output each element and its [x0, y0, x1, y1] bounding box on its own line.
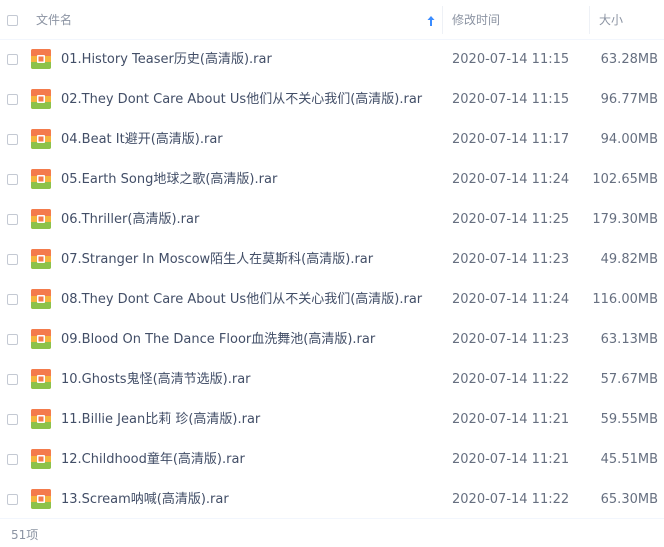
file-size: 94.00MB	[600, 132, 658, 147]
file-row[interactable]: 01.History Teaser历史(高清版).rar 2020-07-14 …	[0, 40, 664, 80]
rar-archive-icon	[31, 249, 51, 269]
file-row[interactable]: 05.Earth Song地球之歌(高清版).rar 2020-07-14 11…	[0, 160, 664, 200]
row-checkbox[interactable]	[7, 374, 18, 385]
file-size: 96.77MB	[600, 92, 658, 107]
column-header-modified-time[interactable]: 修改时间	[452, 12, 500, 28]
file-row[interactable]: 02.They Dont Care About Us他们从不关心我们(高清版).…	[0, 80, 664, 120]
rar-archive-icon	[31, 49, 51, 69]
rar-archive-icon	[31, 409, 51, 429]
file-modified-time: 2020-07-14 11:24	[452, 292, 570, 307]
file-name[interactable]: 01.History Teaser历史(高清版).rar	[61, 51, 272, 69]
file-size: 59.55MB	[600, 412, 658, 427]
file-row[interactable]: 07.Stranger In Moscow陌生人在莫斯科(高清版).rar 20…	[0, 240, 664, 280]
rar-archive-icon	[31, 129, 51, 149]
file-name[interactable]: 05.Earth Song地球之歌(高清版).rar	[61, 171, 277, 189]
list-footer: 51项	[0, 518, 664, 547]
file-size: 63.28MB	[600, 52, 658, 67]
rar-archive-icon	[31, 169, 51, 189]
row-checkbox[interactable]	[7, 494, 18, 505]
file-name[interactable]: 04.Beat It避开(高清版).rar	[61, 131, 223, 149]
file-row[interactable]: 09.Blood On The Dance Floor血洗舞池(高清版).rar…	[0, 320, 664, 360]
file-name[interactable]: 10.Ghosts鬼怪(高清节选版).rar	[61, 371, 251, 389]
column-divider[interactable]	[442, 6, 443, 34]
file-size: 116.00MB	[592, 292, 658, 307]
file-name[interactable]: 02.They Dont Care About Us他们从不关心我们(高清版).…	[61, 91, 422, 109]
row-checkbox[interactable]	[7, 94, 18, 105]
file-modified-time: 2020-07-14 11:24	[452, 172, 570, 187]
row-checkbox[interactable]	[7, 254, 18, 265]
rar-archive-icon	[31, 329, 51, 349]
file-modified-time: 2020-07-14 11:17	[452, 132, 570, 147]
row-checkbox[interactable]	[7, 54, 18, 65]
file-modified-time: 2020-07-14 11:22	[452, 492, 570, 507]
file-name[interactable]: 13.Scream呐喊(高清版).rar	[61, 491, 229, 509]
file-modified-time: 2020-07-14 11:15	[452, 52, 570, 67]
row-checkbox[interactable]	[7, 334, 18, 345]
file-row[interactable]: 08.They Dont Care About Us他们从不关心我们(高清版).…	[0, 280, 664, 320]
row-checkbox[interactable]	[7, 294, 18, 305]
file-list: 文件名 修改时间 大小 01.History Teaser历史(高清版).rar…	[0, 0, 664, 547]
file-rows: 01.History Teaser历史(高清版).rar 2020-07-14 …	[0, 40, 664, 520]
file-modified-time: 2020-07-14 11:21	[452, 452, 570, 467]
file-row[interactable]: 06.Thriller(高清版).rar 2020-07-14 11:25 17…	[0, 200, 664, 240]
column-header-size[interactable]: 大小	[599, 12, 623, 28]
file-size: 63.13MB	[600, 332, 658, 347]
file-name[interactable]: 08.They Dont Care About Us他们从不关心我们(高清版).…	[61, 291, 422, 309]
file-modified-time: 2020-07-14 11:25	[452, 212, 570, 227]
rar-archive-icon	[31, 209, 51, 229]
file-modified-time: 2020-07-14 11:15	[452, 92, 570, 107]
file-size: 45.51MB	[600, 452, 658, 467]
select-all-checkbox[interactable]	[7, 15, 18, 26]
file-name[interactable]: 12.Childhood童年(高清版).rar	[61, 451, 245, 469]
file-name[interactable]: 07.Stranger In Moscow陌生人在莫斯科(高清版).rar	[61, 251, 373, 269]
file-modified-time: 2020-07-14 11:21	[452, 412, 570, 427]
column-divider[interactable]	[589, 6, 590, 34]
rar-archive-icon	[31, 89, 51, 109]
item-count: 51项	[11, 528, 39, 542]
file-row[interactable]: 04.Beat It避开(高清版).rar 2020-07-14 11:17 9…	[0, 120, 664, 160]
sort-ascending-arrow-icon[interactable]	[426, 15, 436, 27]
file-size: 102.65MB	[592, 172, 658, 187]
file-size: 179.30MB	[592, 212, 658, 227]
file-modified-time: 2020-07-14 11:23	[452, 332, 570, 347]
file-row[interactable]: 13.Scream呐喊(高清版).rar 2020-07-14 11:22 65…	[0, 480, 664, 520]
column-header-name[interactable]: 文件名	[36, 12, 72, 28]
list-header: 文件名 修改时间 大小	[0, 0, 664, 40]
rar-archive-icon	[31, 449, 51, 469]
rar-archive-icon	[31, 489, 51, 509]
file-row[interactable]: 11.Billie Jean比莉 珍(高清版).rar 2020-07-14 1…	[0, 400, 664, 440]
rar-archive-icon	[31, 289, 51, 309]
file-modified-time: 2020-07-14 11:22	[452, 372, 570, 387]
file-size: 57.67MB	[600, 372, 658, 387]
file-row[interactable]: 12.Childhood童年(高清版).rar 2020-07-14 11:21…	[0, 440, 664, 480]
row-checkbox[interactable]	[7, 454, 18, 465]
file-modified-time: 2020-07-14 11:23	[452, 252, 570, 267]
file-row[interactable]: 10.Ghosts鬼怪(高清节选版).rar 2020-07-14 11:22 …	[0, 360, 664, 400]
row-checkbox[interactable]	[7, 174, 18, 185]
row-checkbox[interactable]	[7, 414, 18, 425]
row-checkbox[interactable]	[7, 214, 18, 225]
row-checkbox[interactable]	[7, 134, 18, 145]
file-name[interactable]: 11.Billie Jean比莉 珍(高清版).rar	[61, 411, 260, 429]
rar-archive-icon	[31, 369, 51, 389]
file-name[interactable]: 06.Thriller(高清版).rar	[61, 211, 199, 229]
file-size: 49.82MB	[600, 252, 658, 267]
file-name[interactable]: 09.Blood On The Dance Floor血洗舞池(高清版).rar	[61, 331, 375, 349]
file-size: 65.30MB	[600, 492, 658, 507]
